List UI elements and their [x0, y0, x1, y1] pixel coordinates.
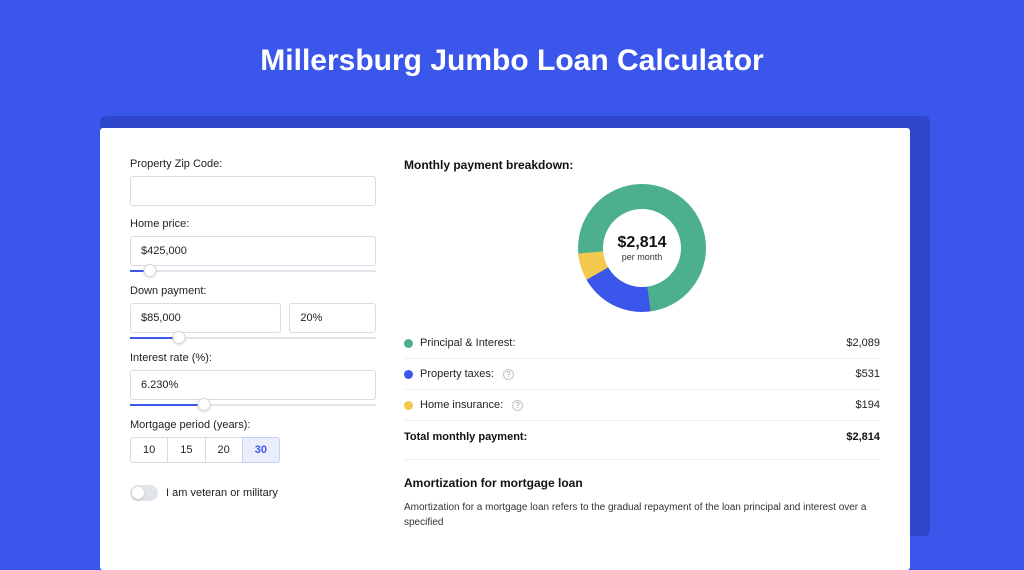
- inputs-column: Property Zip Code: Home price: Down paym…: [130, 152, 376, 530]
- slider-thumb[interactable]: [173, 331, 186, 344]
- amortization-heading: Amortization for mortgage loan: [404, 459, 880, 490]
- price-slider[interactable]: [130, 269, 376, 273]
- down-label: Down payment:: [130, 285, 376, 297]
- breakdown-title: Monthly payment breakdown:: [404, 158, 880, 172]
- rate-label: Interest rate (%):: [130, 352, 376, 364]
- period-option-15[interactable]: 15: [167, 437, 204, 463]
- legend-label: Home insurance:: [420, 399, 503, 411]
- down-slider[interactable]: [130, 336, 376, 340]
- total-label: Total monthly payment:: [404, 431, 527, 443]
- legend-row: Property taxes:? $531: [404, 358, 880, 389]
- breakdown-legend: Principal & Interest: $2,089 Property taxe…: [404, 328, 880, 420]
- donut-amount: $2,814: [618, 234, 667, 252]
- legend-row: Home insurance:? $194: [404, 389, 880, 420]
- breakdown-donut-chart: $2,814 per month: [578, 184, 706, 312]
- period-option-20[interactable]: 20: [205, 437, 242, 463]
- breakdown-column: Monthly payment breakdown: $2,814 per mo…: [404, 152, 880, 530]
- period-options: 10152030: [130, 437, 376, 463]
- price-input[interactable]: [130, 236, 376, 266]
- slider-thumb[interactable]: [143, 264, 156, 277]
- legend-row: Principal & Interest: $2,089: [404, 328, 880, 358]
- rate-slider[interactable]: [130, 403, 376, 407]
- slider-fill: [130, 404, 204, 406]
- period-option-10[interactable]: 10: [130, 437, 167, 463]
- zip-input[interactable]: [130, 176, 376, 206]
- slider-track: [130, 270, 376, 272]
- legend-label: Principal & Interest:: [420, 337, 515, 349]
- calculator-card: Property Zip Code: Home price: Down paym…: [100, 128, 910, 570]
- price-label: Home price:: [130, 218, 376, 230]
- legend-dot-icon: [404, 339, 413, 348]
- donut-center: $2,814 per month: [603, 209, 681, 287]
- veteran-label: I am veteran or military: [166, 487, 278, 499]
- legend-dot-icon: [404, 401, 413, 410]
- period-label: Mortgage period (years):: [130, 419, 376, 431]
- legend-value: $2,089: [846, 337, 880, 349]
- page-title: Millersburg Jumbo Loan Calculator: [0, 0, 1024, 100]
- donut-sub: per month: [622, 252, 663, 262]
- total-value: $2,814: [846, 431, 880, 443]
- period-option-30[interactable]: 30: [242, 437, 280, 463]
- veteran-toggle[interactable]: [130, 485, 158, 501]
- legend-value: $531: [856, 368, 880, 380]
- down-percent-input[interactable]: [289, 303, 376, 333]
- info-icon[interactable]: ?: [512, 400, 523, 411]
- legend-label: Property taxes:: [420, 368, 494, 380]
- legend-dot-icon: [404, 370, 413, 379]
- slider-thumb[interactable]: [197, 398, 210, 411]
- down-amount-input[interactable]: [130, 303, 281, 333]
- amortization-body: Amortization for a mortgage loan refers …: [404, 500, 880, 530]
- rate-input[interactable]: [130, 370, 376, 400]
- legend-value: $194: [856, 399, 880, 411]
- info-icon[interactable]: ?: [503, 369, 514, 380]
- zip-label: Property Zip Code:: [130, 158, 376, 170]
